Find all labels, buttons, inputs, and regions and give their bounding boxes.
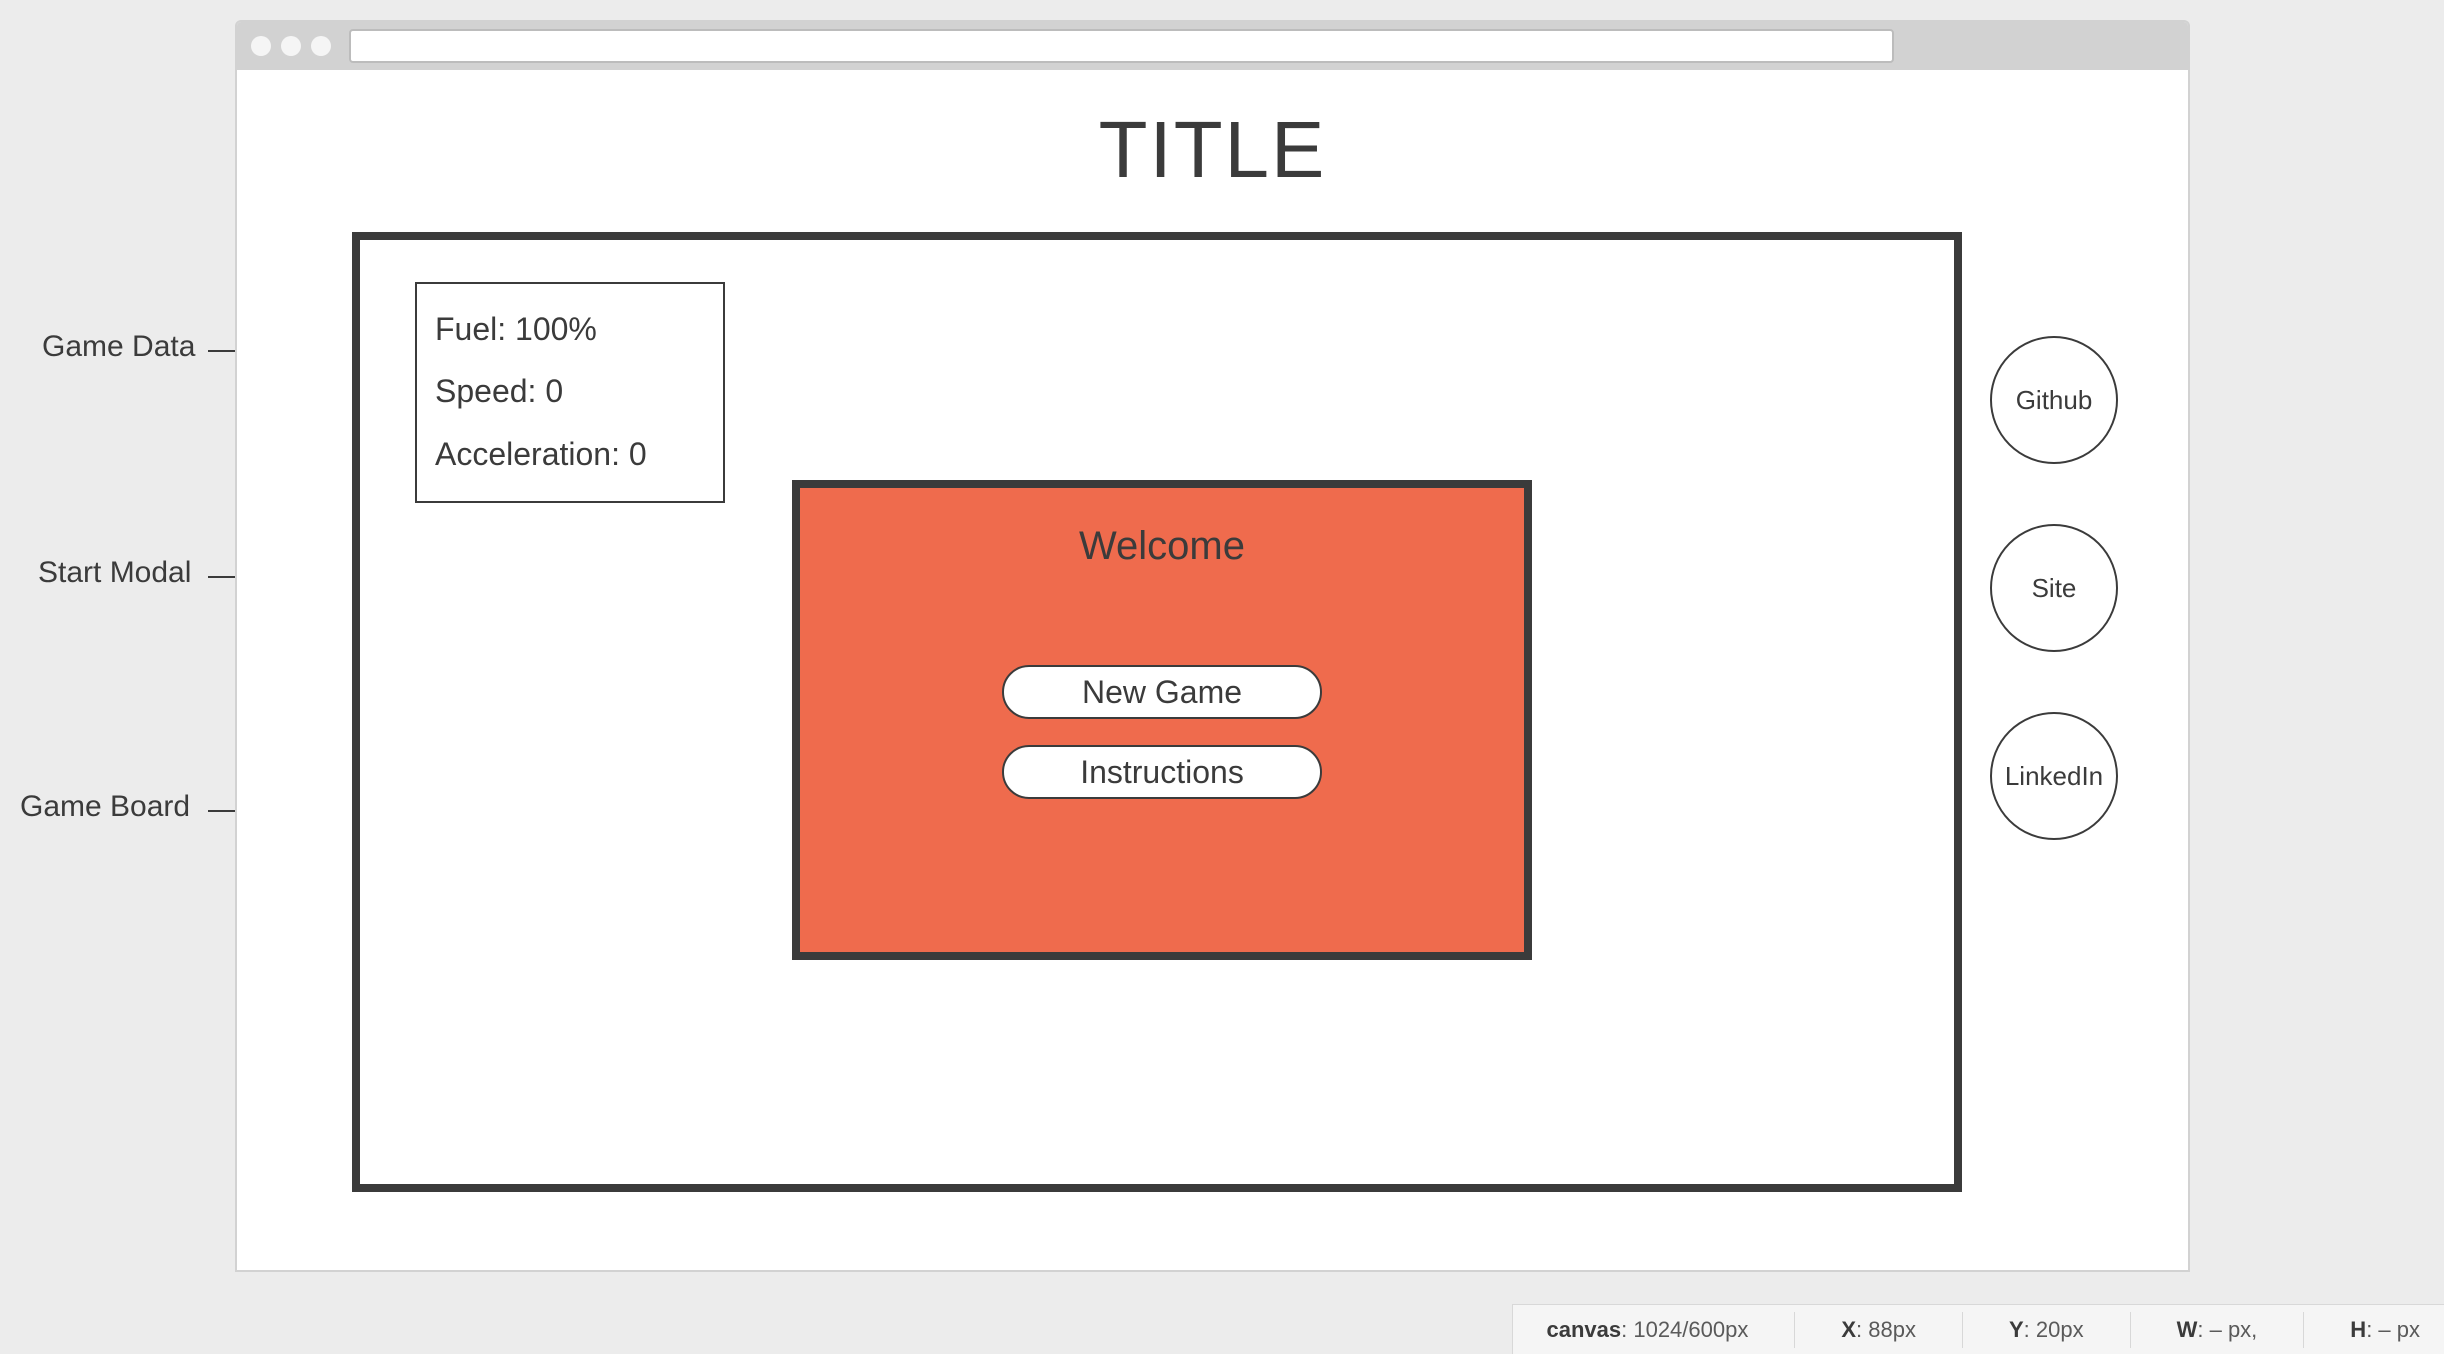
start-modal: Welcome New Game Instructions [792, 480, 1532, 960]
status-h: H: – px [2350, 1317, 2420, 1343]
status-separator [1794, 1312, 1795, 1348]
game-data-accel: Acceleration: 0 [435, 423, 705, 485]
annotation-game-data-label: Game Data [42, 330, 195, 364]
status-bar: canvas: 1024/600px X: 88px Y: 20px W: – … [1512, 1304, 2444, 1354]
status-separator [2130, 1312, 2131, 1348]
status-x: X: 88px [1841, 1317, 1916, 1343]
traffic-dot-zoom-icon[interactable] [311, 36, 331, 56]
site-link[interactable]: Site [1990, 524, 2118, 652]
browser-titlebar [237, 22, 2188, 70]
game-data-speed: Speed: 0 [435, 360, 705, 422]
new-game-button[interactable]: New Game [1002, 665, 1322, 719]
traffic-dot-minimize-icon[interactable] [281, 36, 301, 56]
traffic-dot-close-icon[interactable] [251, 36, 271, 56]
game-board: Fuel: 100% Speed: 0 Acceleration: 0 Welc… [352, 232, 1962, 1192]
start-modal-title: Welcome [800, 488, 1524, 569]
linkedin-link[interactable]: LinkedIn [1990, 712, 2118, 840]
status-separator [1962, 1312, 1963, 1348]
page-title: TITLE [237, 70, 2188, 196]
status-canvas: canvas: 1024/600px [1547, 1317, 1749, 1343]
external-links: Github Site LinkedIn [1990, 336, 2118, 840]
browser-content: TITLE Fuel: 100% Speed: 0 Acceleration: … [237, 70, 2188, 1270]
annotation-start-modal-label: Start Modal [38, 556, 191, 590]
instructions-button[interactable]: Instructions [1002, 745, 1322, 799]
browser-address-bar[interactable] [349, 29, 1894, 63]
start-modal-buttons: New Game Instructions [800, 665, 1524, 799]
annotation-game-board-label: Game Board [20, 790, 190, 824]
status-separator [2303, 1312, 2304, 1348]
game-data-panel: Fuel: 100% Speed: 0 Acceleration: 0 [415, 282, 725, 503]
status-w: W: – px, [2177, 1317, 2258, 1343]
status-y: Y: 20px [2009, 1317, 2084, 1343]
browser-window: TITLE Fuel: 100% Speed: 0 Acceleration: … [235, 20, 2190, 1272]
github-link[interactable]: Github [1990, 336, 2118, 464]
game-data-fuel: Fuel: 100% [435, 298, 705, 360]
